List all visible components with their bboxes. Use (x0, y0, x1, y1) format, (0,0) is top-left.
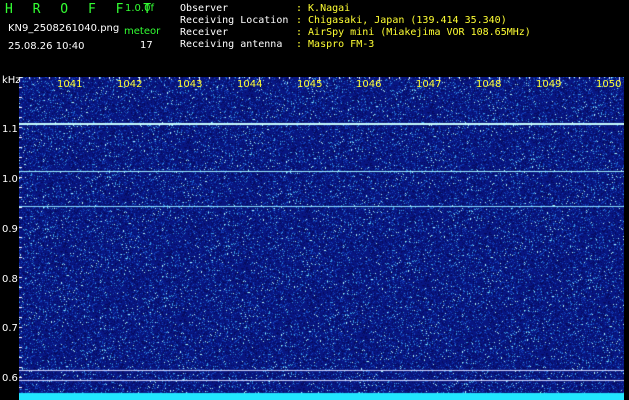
receiver-label: Receiver (180, 27, 229, 38)
y-tick-label: 0.6 (2, 373, 18, 384)
x-tick-label: 1048 (476, 79, 502, 90)
y-tick-label: 0.7 (2, 323, 18, 334)
observer-value: : K.Nagai (296, 3, 351, 14)
observer-label: Observer (180, 3, 229, 14)
y-unit-label: kHz (2, 75, 21, 86)
x-tick-label: 1047 (416, 79, 442, 90)
antenna-value: : Maspro FM-3 (296, 39, 375, 50)
location-label: Receiving Location (180, 15, 289, 26)
receiver-value: : AirSpy mini (Miakejima VOR 108.65MHz) (296, 27, 531, 38)
y-tick-label: 1.0 (2, 174, 18, 185)
y-tick-label: 0.9 (2, 224, 18, 235)
y-tick-label: 0.8 (2, 274, 18, 285)
datetime: 25.08.26 10:40 (8, 41, 85, 52)
x-tick-label: 1042 (117, 79, 143, 90)
meteor-label: meteor (124, 26, 161, 37)
x-tick-label: 1050 (596, 79, 622, 90)
x-tick-label: 1049 (536, 79, 562, 90)
antenna-label: Receiving antenna (180, 39, 283, 50)
spectrogram (19, 77, 624, 400)
meteor-count: 17 (140, 40, 153, 51)
x-tick-label: 1041 (57, 79, 83, 90)
x-tick-label: 1046 (356, 79, 382, 90)
header-panel: H R O F F T 1.0.0f KN9_2508261040.png me… (0, 0, 629, 76)
location-value: : Chigasaki, Japan (139.414 35.340) (296, 15, 507, 26)
x-tick-label: 1044 (237, 79, 263, 90)
app-version: 1.0.0f (125, 3, 154, 14)
file-name: KN9_2508261040.png (8, 23, 120, 34)
x-tick-label: 1043 (177, 79, 203, 90)
x-tick-label: 1045 (297, 79, 323, 90)
y-tick-label: 1.1 (2, 124, 18, 135)
